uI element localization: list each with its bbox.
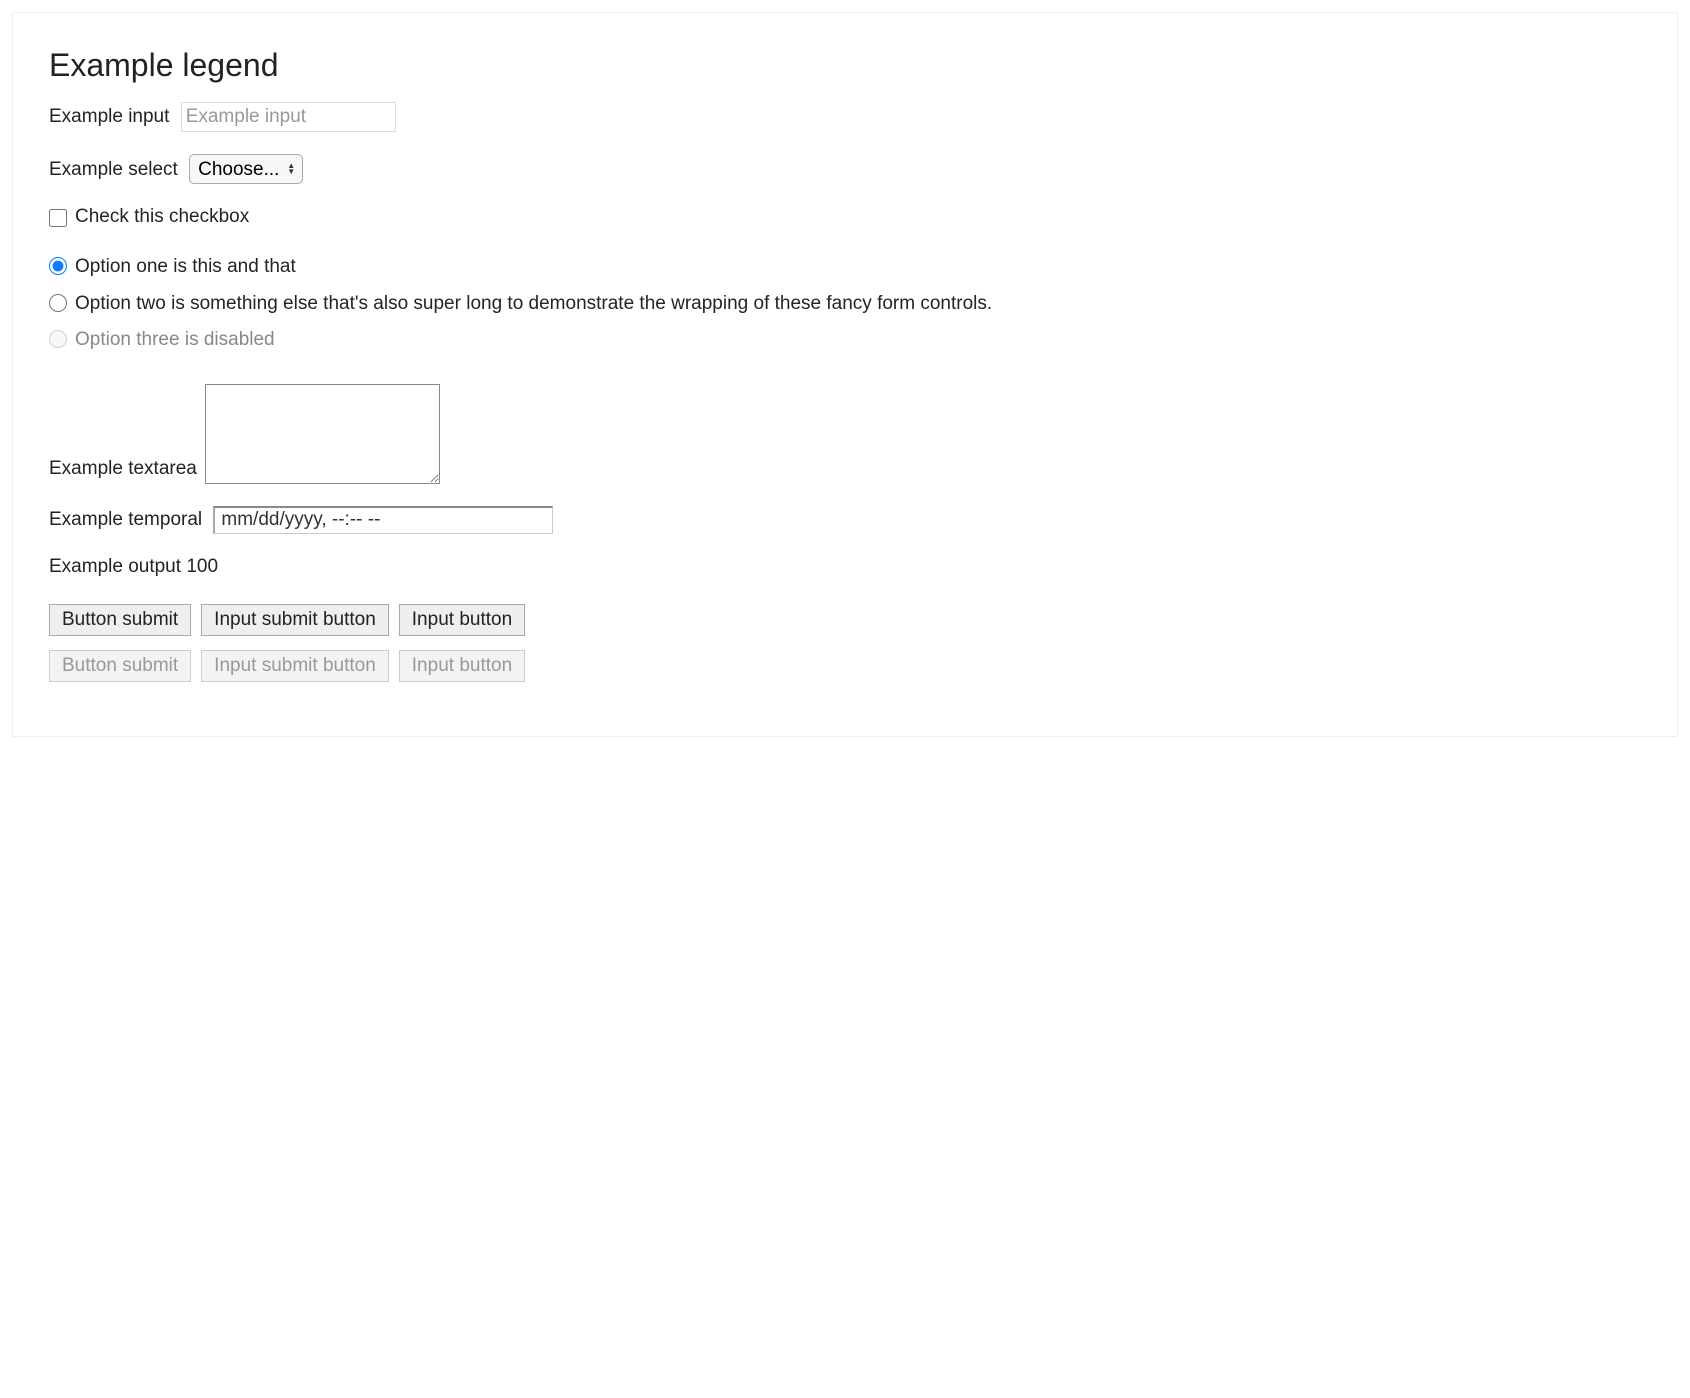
example-textarea[interactable] (205, 384, 440, 484)
checkbox-field: Check this checkbox (49, 206, 1641, 228)
radio-row-3: Option three is disabled (49, 327, 1641, 354)
radio-label-3: Option three is disabled (75, 327, 275, 354)
radio-row-2: Option two is something else that's also… (49, 291, 1641, 318)
button-row-disabled: Button submit (49, 650, 1641, 682)
form-panel: Example legend Example input Example sel… (12, 12, 1678, 737)
temporal-field: Example temporal (49, 506, 1641, 534)
example-text-input[interactable] (181, 102, 396, 132)
form-legend: Example legend (49, 47, 1641, 84)
radio-label-1: Option one is this and that (75, 254, 296, 281)
text-input-label: Example input (49, 106, 169, 127)
output-label: Example output (49, 556, 181, 577)
input-submit-button[interactable] (201, 604, 389, 636)
example-output: 100 (186, 556, 218, 577)
example-checkbox[interactable] (49, 209, 67, 227)
button-submit-disabled: Button submit (49, 650, 191, 682)
temporal-label: Example temporal (49, 509, 202, 530)
output-field: Example output 100 (49, 556, 1641, 578)
button-submit[interactable]: Button submit (49, 604, 191, 636)
select-label: Example select (49, 159, 178, 180)
radio-option-3 (49, 330, 67, 348)
button-row-enabled: Button submit (49, 604, 1641, 636)
input-button[interactable] (399, 604, 525, 636)
checkbox-label: Check this checkbox (75, 206, 249, 228)
radio-option-2[interactable] (49, 294, 67, 312)
textarea-field: Example textarea (49, 384, 1641, 484)
radio-option-1[interactable] (49, 257, 67, 275)
textarea-label: Example textarea (49, 458, 197, 484)
input-submit-button-disabled (201, 650, 389, 682)
example-temporal-input[interactable] (213, 506, 553, 534)
radio-row-1: Option one is this and that (49, 254, 1641, 281)
select-field: Example select Choose... ▲▼ (49, 154, 1641, 184)
example-select[interactable]: Choose... (189, 154, 303, 184)
radio-group: Option one is this and that Option two i… (49, 254, 1641, 354)
text-input-field: Example input (49, 102, 1641, 132)
radio-label-2: Option two is something else that's also… (75, 291, 992, 318)
input-button-disabled (399, 650, 525, 682)
